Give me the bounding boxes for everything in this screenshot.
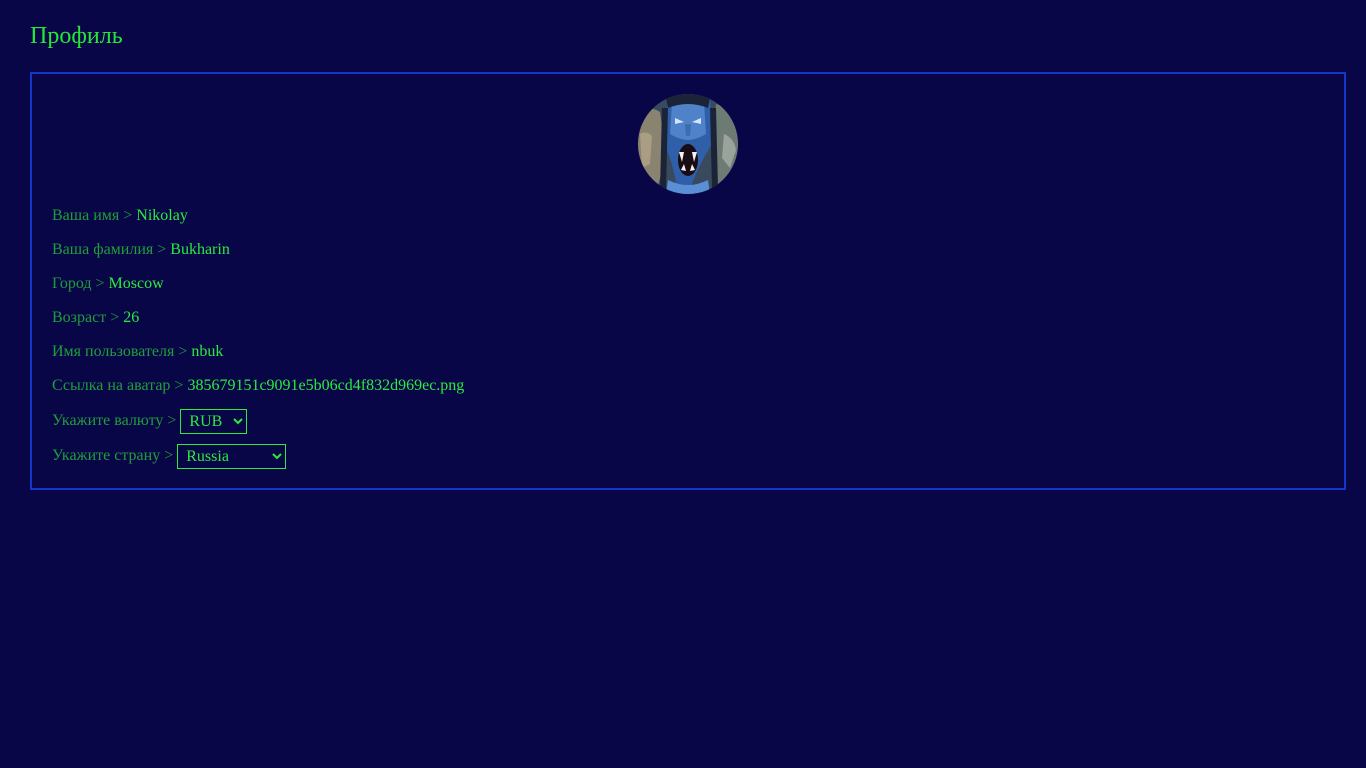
city-value: Moscow bbox=[108, 275, 164, 292]
username-row: Имя пользователя > nbuk bbox=[52, 342, 223, 362]
last-name-label: Ваша фамилия > bbox=[52, 241, 171, 258]
currency-label: Укажите валюту > bbox=[52, 412, 181, 429]
currency-select[interactable]: RUB bbox=[180, 408, 248, 434]
age-row: Возраст > 26 bbox=[52, 308, 139, 328]
profile-card: Ваша имя > Nikolay Ваша фамилия > Bukhar… bbox=[30, 72, 1346, 490]
avatar-image bbox=[638, 94, 738, 194]
currency-row: Укажите валюту > RUB bbox=[52, 408, 248, 434]
avatar bbox=[638, 94, 738, 194]
country-row: Укажите страну > Russia bbox=[52, 443, 287, 469]
avatar-link-row: Ссылка на аватар > 385679151c9091e5b06cd… bbox=[52, 376, 464, 396]
city-label: Город > bbox=[52, 275, 109, 292]
country-select[interactable]: Russia bbox=[177, 443, 287, 469]
country-label: Укажите страну > bbox=[52, 447, 178, 464]
username-value: nbuk bbox=[191, 343, 224, 360]
last-name-row: Ваша фамилия > Bukharin bbox=[52, 240, 230, 260]
first-name-label: Ваша имя > bbox=[52, 207, 137, 224]
username-label: Имя пользователя > bbox=[52, 343, 192, 360]
avatar-link-value: 385679151c9091e5b06cd4f832d969ec.png bbox=[187, 377, 465, 394]
page-title: Профиль bbox=[30, 23, 123, 49]
city-row: Город > Moscow bbox=[52, 274, 164, 294]
age-label: Возраст > bbox=[52, 309, 124, 326]
first-name-value: Nikolay bbox=[136, 207, 188, 224]
age-value: 26 bbox=[123, 309, 140, 326]
last-name-value: Bukharin bbox=[170, 241, 230, 258]
avatar-link-label: Ссылка на аватар > bbox=[52, 377, 188, 394]
first-name-row: Ваша имя > Nikolay bbox=[52, 206, 188, 226]
